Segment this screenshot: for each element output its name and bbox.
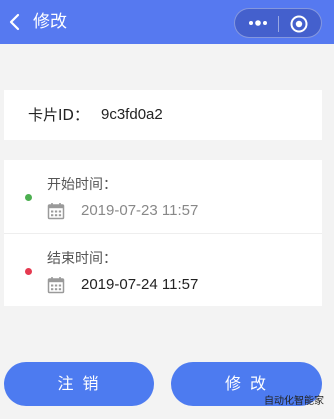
- start-time-value[interactable]: 2019-07-23 11:57: [81, 200, 198, 222]
- mini-program-capsule: [234, 8, 322, 38]
- card-id-panel: 卡片ID： 9c3fd0a2: [4, 90, 322, 140]
- chevron-left-icon[interactable]: [4, 9, 26, 35]
- time-panel: 开始时间： 2019-07-23 11:57 结束时间： 2019-07-24 …: [4, 160, 322, 306]
- end-status-dot: [25, 268, 32, 275]
- more-dots-icon[interactable]: [241, 15, 273, 31]
- capsule-divider: [278, 16, 279, 32]
- start-time-label: 开始时间：: [47, 177, 117, 193]
- end-time-row[interactable]: 结束时间： 2019-07-24 11:57: [4, 234, 322, 306]
- watermark-text: 自动化智能家: [264, 396, 324, 407]
- calendar-icon: [47, 277, 65, 294]
- card-id-label: 卡片ID：: [28, 106, 89, 124]
- calendar-icon: [47, 203, 65, 220]
- start-status-dot: [25, 194, 32, 201]
- end-time-label: 结束时间：: [47, 251, 117, 267]
- end-time-value[interactable]: 2019-07-24 11:57: [81, 274, 198, 296]
- title-bar: 修改: [0, 0, 334, 44]
- cancel-button[interactable]: 注 销: [4, 362, 154, 406]
- page-title: 修改: [33, 12, 67, 32]
- target-circle-icon[interactable]: [289, 14, 309, 34]
- start-time-row[interactable]: 开始时间： 2019-07-23 11:57: [4, 160, 322, 232]
- card-id-value: 9c3fd0a2: [101, 106, 163, 123]
